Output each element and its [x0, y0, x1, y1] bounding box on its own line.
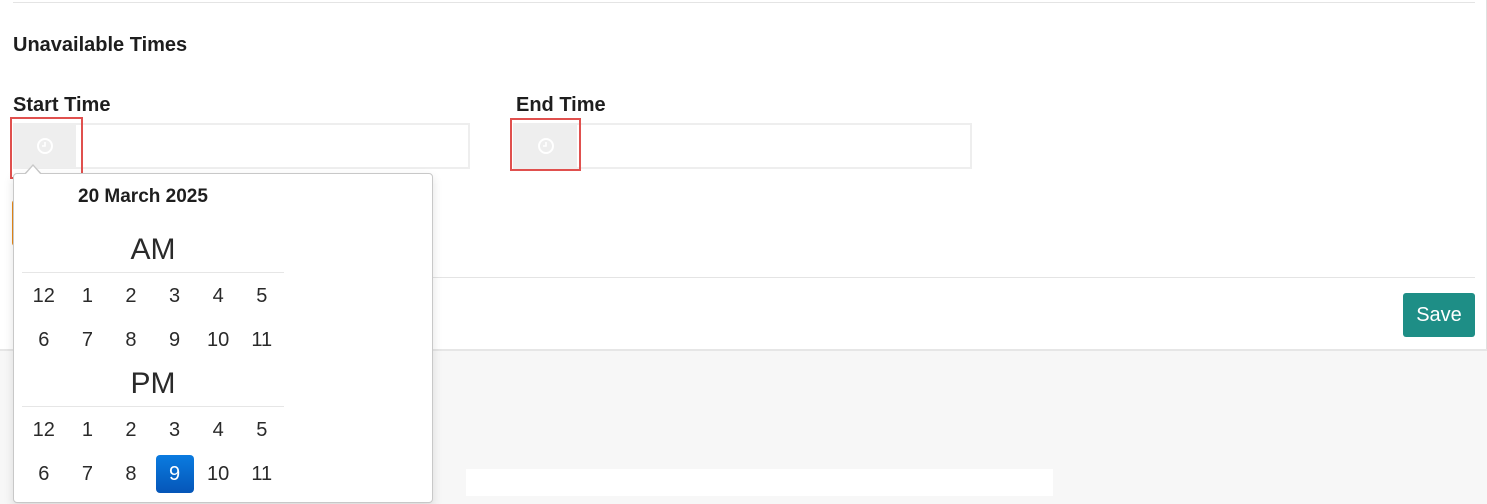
hour-pm-4[interactable]: 4	[196, 408, 240, 452]
hour-label: 5	[256, 418, 268, 441]
hour-label: 7	[81, 328, 93, 351]
end-time-input[interactable]	[513, 123, 972, 169]
hour-label: 3	[169, 418, 181, 441]
hour-label: 10	[207, 328, 230, 351]
hour-label: 11	[251, 462, 273, 485]
hour-am-10[interactable]: 10	[196, 318, 240, 362]
hour-am-1[interactable]: 1	[66, 274, 110, 318]
section-title: Unavailable Times	[13, 34, 188, 56]
hour-label: 2	[125, 284, 137, 307]
am-hour-grid: 12 1 2 3 4 5 6 7 8 9 10 11	[22, 274, 284, 362]
start-time-label: Start Time	[13, 94, 111, 116]
hour-pm-5[interactable]: 5	[240, 408, 284, 452]
hour-label: 6	[38, 328, 50, 351]
hour-pm-3[interactable]: 3	[153, 408, 197, 452]
hour-label: 8	[125, 462, 137, 485]
hour-pm-7[interactable]: 7	[66, 452, 110, 496]
hour-am-11[interactable]: 11	[240, 318, 284, 362]
period-am-label: AM	[130, 233, 176, 266]
hour-label: 4	[212, 284, 224, 307]
period-pm-divider	[22, 406, 284, 407]
hour-label: 12	[32, 418, 55, 441]
hour-label: 5	[256, 284, 268, 307]
hour-label: 7	[81, 462, 93, 485]
hour-pm-9-selected[interactable]: 9	[153, 452, 197, 496]
hour-label: 1	[81, 284, 93, 307]
hour-label: 1	[81, 418, 93, 441]
hour-am-3[interactable]: 3	[153, 274, 197, 318]
hour-am-12[interactable]: 12	[22, 274, 66, 318]
end-clock-highlight	[510, 118, 581, 171]
hour-label: 10	[207, 462, 230, 485]
hour-am-6[interactable]: 6	[22, 318, 66, 362]
hour-label: 12	[32, 284, 55, 307]
hour-label: 4	[212, 418, 224, 441]
pm-hour-grid: 12 1 2 3 4 5 6 7 8 9 10 11	[22, 408, 284, 496]
hour-pm-2[interactable]: 2	[109, 408, 153, 452]
hour-am-9[interactable]: 9	[153, 318, 197, 362]
hour-label: 9	[155, 455, 194, 493]
top-divider	[13, 2, 1475, 3]
hour-am-8[interactable]: 8	[109, 318, 153, 362]
period-am-divider	[22, 272, 284, 273]
hour-am-7[interactable]: 7	[66, 318, 110, 362]
hour-label: 8	[125, 328, 137, 351]
time-picker-popup: 20 March 2025 AM 12 1 2 3 4 5 6 7 8 9 10…	[13, 173, 433, 503]
hour-label: 3	[169, 284, 181, 307]
end-time-label: End Time	[516, 94, 606, 116]
footer-bar	[466, 469, 1053, 496]
hour-pm-11[interactable]: 11	[240, 452, 284, 496]
hour-pm-1[interactable]: 1	[66, 408, 110, 452]
hour-am-2[interactable]: 2	[109, 274, 153, 318]
start-clock-highlight	[10, 117, 83, 179]
hour-pm-10[interactable]: 10	[196, 452, 240, 496]
save-button[interactable]: Save	[1403, 293, 1475, 337]
hour-label: 2	[125, 418, 137, 441]
picker-date: 20 March 2025	[78, 186, 208, 207]
period-pm-label: PM	[130, 367, 176, 400]
hour-am-4[interactable]: 4	[196, 274, 240, 318]
hour-pm-8[interactable]: 8	[109, 452, 153, 496]
hour-label: 11	[251, 328, 273, 351]
hour-pm-6[interactable]: 6	[22, 452, 66, 496]
hour-label: 6	[38, 462, 50, 485]
hour-pm-12[interactable]: 12	[22, 408, 66, 452]
picker-pointer-inner	[25, 166, 41, 175]
hour-am-5[interactable]: 5	[240, 274, 284, 318]
hour-label: 9	[169, 328, 181, 351]
